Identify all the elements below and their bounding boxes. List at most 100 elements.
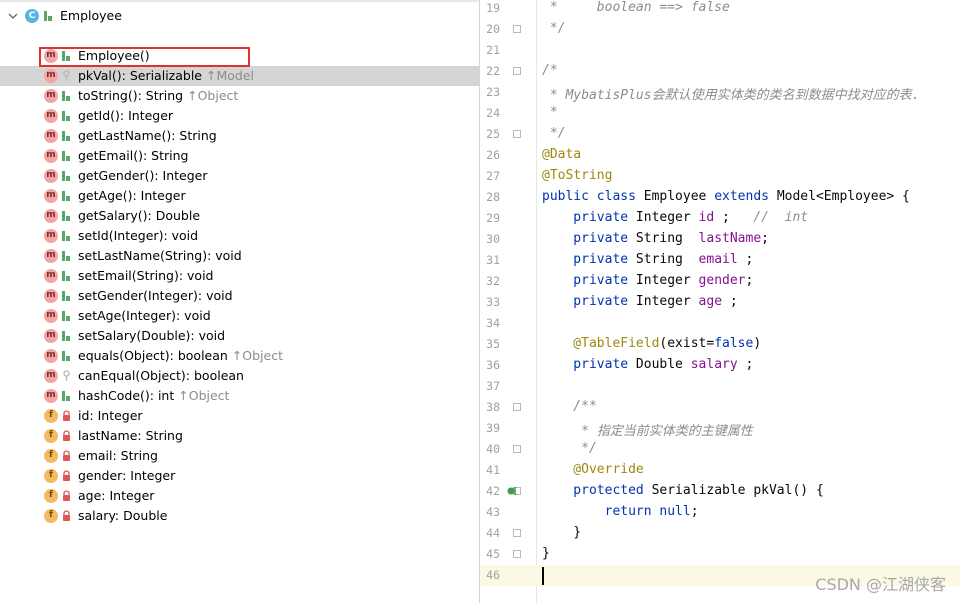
code-line[interactable]: 32 private Integer gender; bbox=[480, 271, 960, 292]
fold-marker-icon[interactable] bbox=[513, 130, 521, 138]
code-line[interactable]: 35 @TableField(exist=false) bbox=[480, 334, 960, 355]
tree-item-method[interactable]: m getGender(): Integer bbox=[0, 166, 479, 186]
tree-item-label: salary: Double bbox=[78, 508, 167, 523]
tree-item-method[interactable]: m equals(Object): boolean ↑Object bbox=[0, 346, 479, 366]
code-line[interactable]: 30 private String lastName; bbox=[480, 229, 960, 250]
method-icon: m bbox=[44, 49, 58, 63]
line-number: 33 bbox=[486, 295, 500, 309]
line-number: 21 bbox=[486, 43, 500, 57]
code-line[interactable]: 34 bbox=[480, 313, 960, 334]
code-editor[interactable]: 19 * boolean ==> false 20 */ 21 22/* 23 * My… bbox=[480, 0, 960, 603]
code-line[interactable]: 20 */ bbox=[480, 19, 960, 40]
tree-item-method[interactable]: m pkVal(): Serializable ↑Model bbox=[0, 66, 479, 86]
method-icon: m bbox=[44, 369, 58, 383]
tree-item-field[interactable]: f salary: Double bbox=[0, 506, 479, 526]
tree-item-method[interactable]: m setLastName(String): void bbox=[0, 246, 479, 266]
fold-marker-icon[interactable] bbox=[513, 67, 521, 75]
tree-item-field[interactable]: f id: Integer bbox=[0, 406, 479, 426]
tree-item-label: getSalary(): Double bbox=[78, 208, 200, 223]
code-token: } bbox=[542, 525, 582, 540]
public-visibility-icon bbox=[62, 351, 70, 361]
line-number: 31 bbox=[486, 253, 500, 267]
code-line[interactable]: 33 private Integer age ; bbox=[480, 292, 960, 313]
code-token: @TableField bbox=[542, 336, 660, 351]
tree-item-method[interactable]: m getId(): Integer bbox=[0, 106, 479, 126]
tree-item-method[interactable]: m hashCode(): int ↑Object bbox=[0, 386, 479, 406]
tree-item-method[interactable]: m canEqual(Object): boolean bbox=[0, 366, 479, 386]
code-line[interactable]: 27 @ToString bbox=[480, 166, 960, 187]
tree-item-label: getId(): Integer bbox=[78, 108, 173, 123]
method-icon: m bbox=[44, 189, 58, 203]
code-line[interactable]: 38 /** bbox=[480, 397, 960, 418]
line-number: 43 bbox=[486, 505, 500, 519]
fold-marker-icon[interactable] bbox=[513, 403, 521, 411]
tree-item-field[interactable]: f gender: Integer bbox=[0, 466, 479, 486]
tree-item-method[interactable]: m setGender(Integer): void bbox=[0, 286, 479, 306]
line-number: 32 bbox=[486, 274, 500, 288]
code-text: @Override bbox=[542, 462, 643, 477]
tree-item-label: email: String bbox=[78, 448, 158, 463]
tree-item-method[interactable]: m setAge(Integer): void bbox=[0, 306, 479, 326]
code-line[interactable]: 42 protected Serializable pkVal() { bbox=[480, 481, 960, 502]
tree-item-method[interactable]: m setId(Integer): void bbox=[0, 226, 479, 246]
code-line[interactable]: 19 * boolean ==> false bbox=[480, 0, 960, 19]
line-number: 44 bbox=[486, 526, 500, 540]
tree-item-method[interactable]: m getSalary(): Double bbox=[0, 206, 479, 226]
code-token: Model<Employee> { bbox=[776, 189, 910, 204]
code-line[interactable]: 41 @Override bbox=[480, 460, 960, 481]
code-token: Double bbox=[635, 357, 691, 372]
code-line[interactable]: 23 * MybatisPlus会默认使用实体类的类名到数据中找对应的表. bbox=[480, 82, 960, 103]
code-token: * 指定当前实体类的主键属性 bbox=[542, 424, 753, 439]
line-number: 38 bbox=[486, 400, 500, 414]
code-token: @ToString bbox=[542, 168, 613, 183]
tree-item-method[interactable]: m setSalary(Double): void bbox=[0, 326, 479, 346]
field-icon: f bbox=[44, 449, 58, 463]
tree-item-method[interactable]: m getEmail(): String bbox=[0, 146, 479, 166]
public-visibility-icon bbox=[62, 211, 70, 221]
code-line[interactable]: 36 private Double salary ; bbox=[480, 355, 960, 376]
code-token: /* bbox=[542, 63, 558, 78]
code-line[interactable]: 39 * 指定当前实体类的主键属性 bbox=[480, 418, 960, 439]
code-line[interactable]: 21 bbox=[480, 40, 960, 61]
tree-item-method[interactable]: m getAge(): Integer bbox=[0, 186, 479, 206]
member-signature: lastName: String bbox=[78, 428, 183, 443]
code-line[interactable]: 28 public class Employee extends Model<Em… bbox=[480, 187, 960, 208]
line-number: 37 bbox=[486, 379, 500, 393]
chevron-down-icon[interactable] bbox=[8, 11, 18, 21]
fold-marker-icon[interactable] bbox=[513, 550, 521, 558]
code-line[interactable]: 25 */ bbox=[480, 124, 960, 145]
code-line[interactable]: 44 } bbox=[480, 523, 960, 544]
override-marker-icon[interactable] bbox=[507, 486, 517, 496]
code-token: ; bbox=[690, 504, 699, 519]
code-line[interactable]: 24 * bbox=[480, 103, 960, 124]
fold-marker-icon[interactable] bbox=[513, 529, 521, 537]
tree-root-employee[interactable]: C Employee bbox=[0, 6, 479, 26]
fold-marker-icon[interactable] bbox=[513, 25, 521, 33]
tree-item-method[interactable]: m toString(): String ↑Object bbox=[0, 86, 479, 106]
code-token: String bbox=[635, 231, 699, 246]
tree-item-method[interactable]: m getLastName(): String bbox=[0, 126, 479, 146]
code-line[interactable]: 40 */ bbox=[480, 439, 960, 460]
code-token: * boolean ==> false bbox=[542, 0, 730, 15]
code-text: public class Employee extends Model<Empl… bbox=[542, 189, 910, 204]
tree-item-method[interactable]: m Employee() bbox=[0, 46, 479, 66]
code-token: ; bbox=[737, 357, 754, 372]
code-line[interactable]: 43 return null; bbox=[480, 502, 960, 523]
code-line[interactable]: 29 private Integer id ; // int bbox=[480, 208, 960, 229]
code-line[interactable]: 45} bbox=[480, 544, 960, 565]
tree-item-field[interactable]: f age: Integer bbox=[0, 486, 479, 506]
code-text: */ bbox=[542, 441, 597, 456]
tree-item-field[interactable]: f email: String bbox=[0, 446, 479, 466]
method-icon: m bbox=[44, 229, 58, 243]
code-line[interactable]: 22 /* bbox=[480, 61, 960, 82]
code-token: @Data bbox=[542, 147, 582, 162]
lock-icon bbox=[63, 510, 70, 521]
code-line[interactable]: 37 bbox=[480, 376, 960, 397]
code-text: } bbox=[542, 525, 581, 540]
tree-item-method[interactable]: m setEmail(String): void bbox=[0, 266, 479, 286]
tree-item-field[interactable]: f lastName: String bbox=[0, 426, 479, 446]
tree-item-label: id: Integer bbox=[78, 408, 143, 423]
code-line[interactable]: 26 @Data bbox=[480, 145, 960, 166]
fold-marker-icon[interactable] bbox=[513, 445, 521, 453]
code-line[interactable]: 31 private String email ; bbox=[480, 250, 960, 271]
